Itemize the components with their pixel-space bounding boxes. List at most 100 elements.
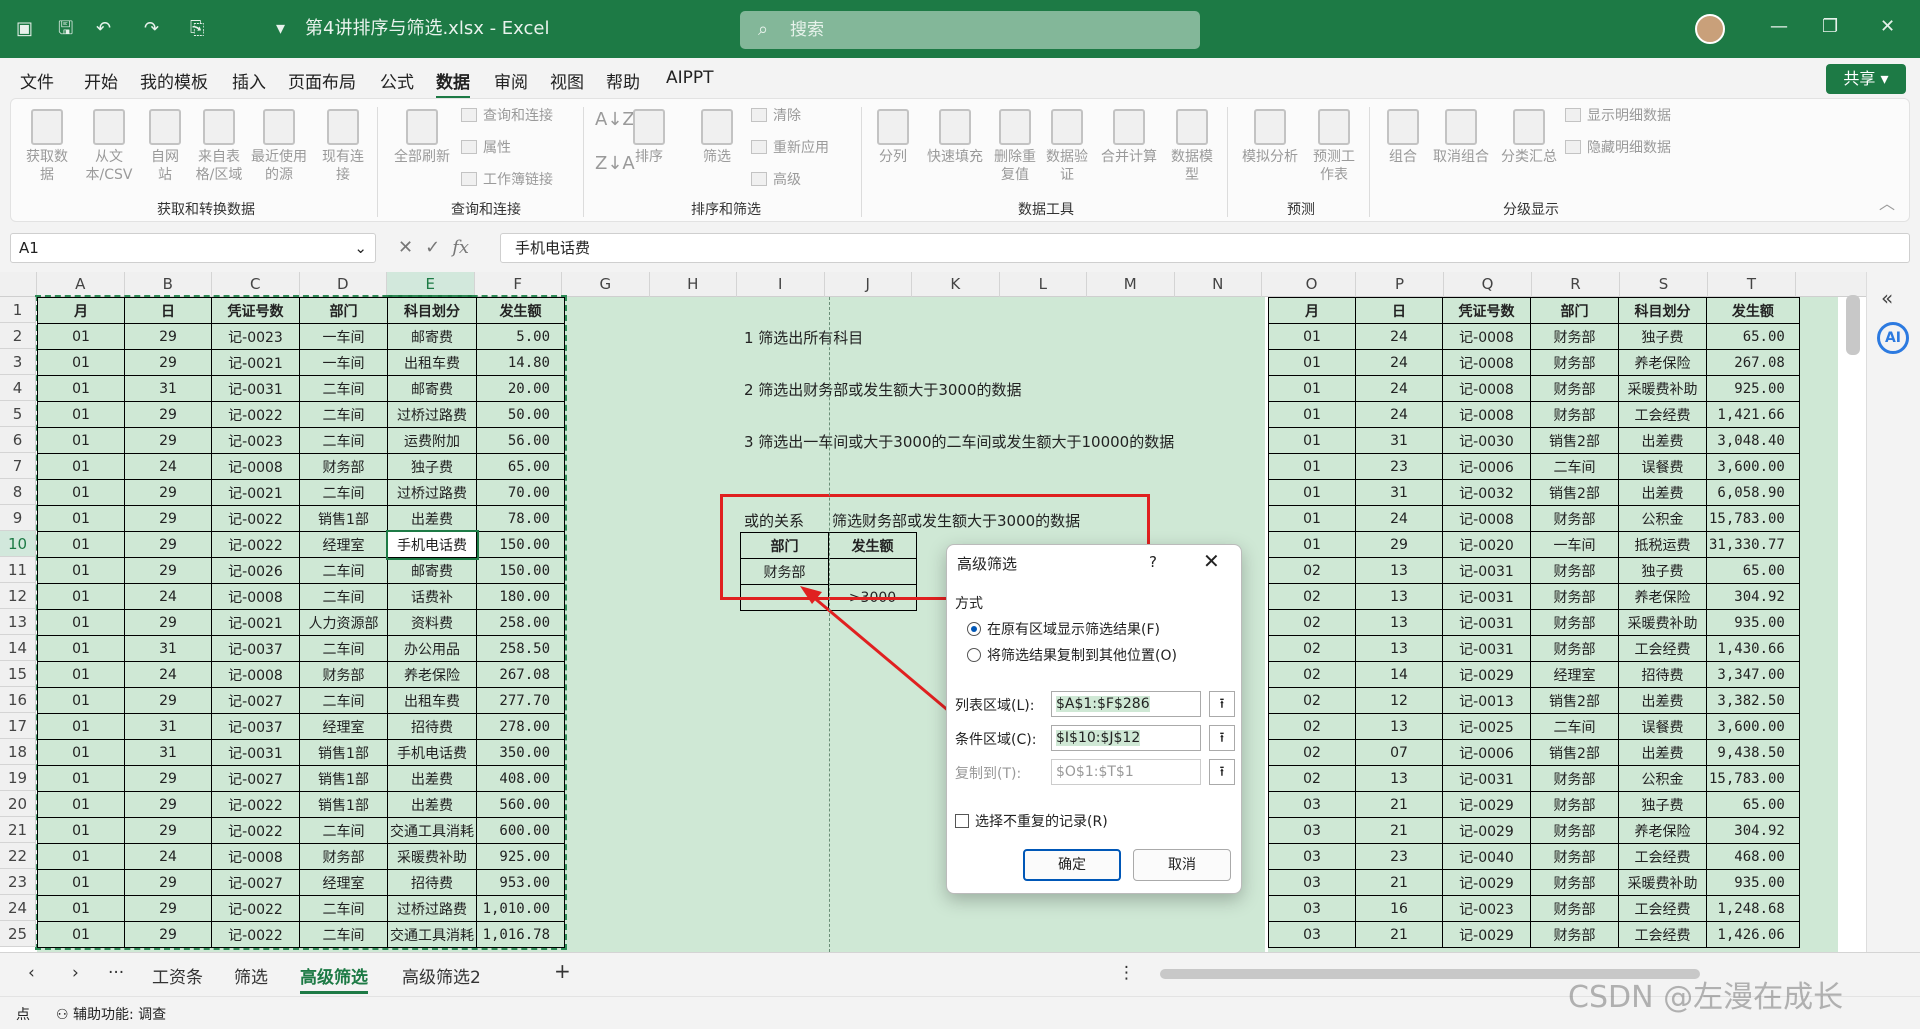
table-cell[interactable]: 01: [1268, 453, 1356, 480]
table-cell[interactable]: 01: [37, 869, 125, 896]
enter-icon[interactable]: ✓: [425, 237, 440, 258]
table-cell[interactable]: 出差费: [1618, 739, 1707, 766]
table-cell[interactable]: 02: [1268, 557, 1356, 584]
expand-pane-icon[interactable]: «: [1881, 286, 1893, 310]
header-cell[interactable]: 日: [124, 297, 212, 324]
data-validation-button[interactable]: 数据验证: [1043, 109, 1091, 184]
table-cell[interactable]: 02: [1268, 609, 1356, 636]
row-header[interactable]: 12: [0, 583, 36, 609]
table-cell[interactable]: 31: [1355, 479, 1443, 506]
more-options-icon[interactable]: ⋮: [1118, 963, 1135, 983]
recent-sources-button[interactable]: 最近使用的源: [251, 109, 307, 184]
reapply-button[interactable]: 重新应用: [751, 139, 829, 157]
table-cell[interactable]: 记-0031: [1442, 609, 1531, 636]
table-cell[interactable]: 13: [1355, 583, 1443, 610]
table-cell[interactable]: 记-0023: [211, 323, 300, 350]
table-cell[interactable]: 01: [37, 479, 125, 506]
table-cell[interactable]: 31,330.77: [1706, 531, 1800, 558]
table-cell[interactable]: 记-0029: [1442, 791, 1531, 818]
table-cell[interactable]: 记-0032: [1442, 479, 1531, 506]
table-cell[interactable]: 3,600.00: [1706, 713, 1800, 740]
select-all-corner[interactable]: [0, 272, 37, 297]
table-cell[interactable]: 01: [37, 531, 125, 558]
table-cell[interactable]: 记-0022: [211, 817, 300, 844]
table-cell[interactable]: 独子费: [387, 453, 477, 480]
table-cell[interactable]: 记-0023: [1442, 895, 1531, 922]
table-cell[interactable]: 记-0023: [211, 427, 300, 454]
table-cell[interactable]: 01: [37, 817, 125, 844]
add-sheet-icon[interactable]: +: [554, 959, 571, 983]
column-header[interactable]: J: [825, 272, 912, 297]
column-header[interactable]: I: [737, 272, 825, 297]
header-cell[interactable]: 凭证号数: [211, 297, 300, 324]
table-cell[interactable]: 3,600.00: [1706, 453, 1800, 480]
table-cell[interactable]: 出差费: [387, 505, 477, 532]
header-cell[interactable]: 科目划分: [1618, 297, 1707, 324]
table-cell[interactable]: 财务部: [1530, 843, 1619, 870]
ai-assistant-icon[interactable]: AI: [1877, 322, 1909, 354]
table-cell[interactable]: 经理室: [299, 713, 388, 740]
table-cell[interactable]: 养老保险: [387, 661, 477, 688]
radio-filter-in-place[interactable]: 在原有区域显示筛选结果(F): [967, 619, 1160, 639]
table-cell[interactable]: 21: [1355, 921, 1443, 948]
table-cell[interactable]: 记-0006: [1442, 739, 1531, 766]
table-cell[interactable]: 02: [1268, 661, 1356, 688]
table-cell[interactable]: 记-0008: [211, 661, 300, 688]
table-cell[interactable]: 01: [37, 583, 125, 610]
table-cell[interactable]: 记-0031: [1442, 635, 1531, 662]
table-cell[interactable]: 独子费: [1618, 791, 1707, 818]
table-cell[interactable]: 01: [37, 687, 125, 714]
table-cell[interactable]: 出差费: [1618, 479, 1707, 506]
table-cell[interactable]: 50.00: [476, 401, 565, 428]
row-header[interactable]: 11: [0, 557, 36, 583]
table-cell[interactable]: 记-0022: [211, 401, 300, 428]
consolidate-button[interactable]: 合并计算: [1097, 109, 1161, 166]
table-cell[interactable]: 招待费: [387, 869, 477, 896]
table-cell[interactable]: 01: [1268, 323, 1356, 350]
table-cell[interactable]: 资料费: [387, 609, 477, 636]
table-cell[interactable]: 二车间: [299, 635, 388, 662]
table-cell[interactable]: 记-0037: [211, 713, 300, 740]
table-cell[interactable]: 258.00: [476, 609, 565, 636]
ungroup-button[interactable]: 取消组合: [1429, 109, 1493, 166]
table-cell[interactable]: 925.00: [1706, 375, 1800, 402]
table-cell[interactable]: 3,382.50: [1706, 687, 1800, 714]
table-cell[interactable]: 29: [124, 817, 212, 844]
table-cell[interactable]: 1,016.78: [476, 921, 565, 948]
table-cell[interactable]: 350.00: [476, 739, 565, 766]
table-cell[interactable]: 925.00: [476, 843, 565, 870]
table-cell[interactable]: 一车间: [1530, 531, 1619, 558]
table-cell[interactable]: 记-0040: [1442, 843, 1531, 870]
table-cell[interactable]: 14: [1355, 661, 1443, 688]
table-cell[interactable]: 29: [124, 869, 212, 896]
table-cell[interactable]: 记-0006: [1442, 453, 1531, 480]
row-header[interactable]: 5: [0, 401, 36, 427]
column-header[interactable]: Q: [1444, 272, 1532, 297]
table-cell[interactable]: 65.00: [476, 453, 565, 480]
table-cell[interactable]: 78.00: [476, 505, 565, 532]
table-cell[interactable]: 13: [1355, 713, 1443, 740]
header-cell[interactable]: 发生额: [1706, 297, 1800, 324]
table-cell[interactable]: 经理室: [1530, 661, 1619, 688]
table-cell[interactable]: 01: [37, 843, 125, 870]
text-to-columns-button[interactable]: 分列: [871, 109, 915, 166]
menu-item[interactable]: 数据: [436, 68, 470, 99]
table-cell[interactable]: 交通工具消耗: [387, 817, 477, 844]
table-cell[interactable]: 1,430.66: [1706, 635, 1800, 662]
table-cell[interactable]: 267.08: [1706, 349, 1800, 376]
table-cell[interactable]: 独子费: [1618, 323, 1707, 350]
table-cell[interactable]: 招待费: [387, 713, 477, 740]
data-model-button[interactable]: 数据模型: [1165, 109, 1219, 184]
column-header[interactable]: C: [212, 272, 300, 297]
table-cell[interactable]: 14.80: [476, 349, 565, 376]
table-cell[interactable]: 财务部: [1530, 505, 1619, 532]
table-cell[interactable]: 29: [124, 687, 212, 714]
table-cell[interactable]: 记-0021: [211, 609, 300, 636]
table-cell[interactable]: 销售1部: [299, 791, 388, 818]
sheet-tab[interactable]: 高级筛选: [300, 963, 368, 994]
table-cell[interactable]: 养老保险: [1618, 583, 1707, 610]
table-cell[interactable]: 07: [1355, 739, 1443, 766]
table-cell[interactable]: 二车间: [299, 375, 388, 402]
column-header[interactable]: E: [387, 272, 475, 297]
radio-copy-to-location[interactable]: 将筛选结果复制到其他位置(O): [967, 645, 1177, 665]
